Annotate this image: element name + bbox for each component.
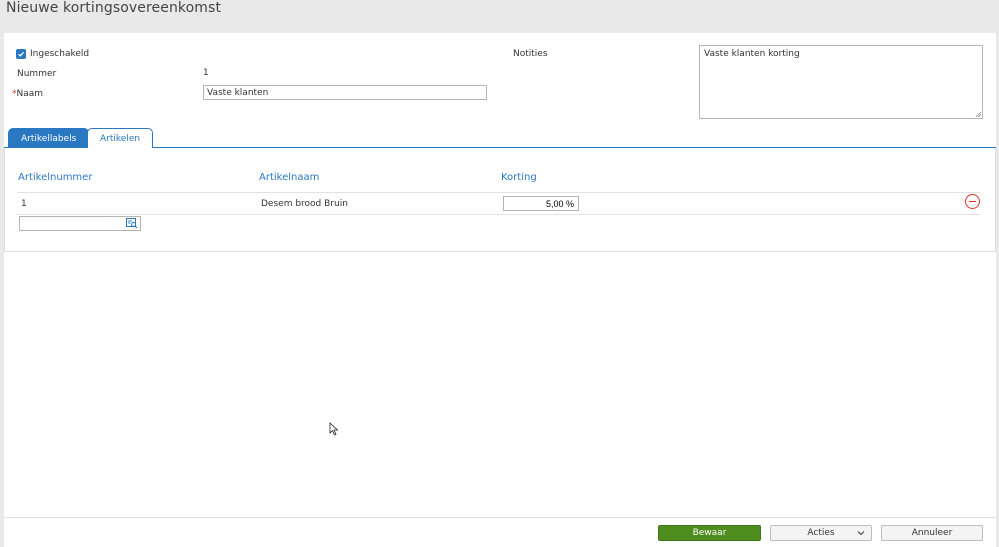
row-number: 1 <box>21 199 27 209</box>
enabled-checkbox-row[interactable]: Ingeschakeld <box>16 49 89 59</box>
notes-textarea[interactable]: Vaste klanten korting <box>699 45 983 119</box>
notes-text: Vaste klanten korting <box>704 49 800 59</box>
chevron-down-icon <box>857 531 865 536</box>
check-icon <box>18 51 25 57</box>
enabled-label: Ingeschakeld <box>30 49 90 59</box>
minus-icon <box>969 200 976 203</box>
name-input[interactable] <box>203 85 487 100</box>
tab-artikellabels[interactable]: Artikellabels <box>8 128 90 148</box>
col-header-number: Artikelnummer <box>18 172 93 183</box>
col-header-name: Artikelnaam <box>259 172 320 183</box>
discount-input[interactable] <box>503 196 579 211</box>
name-label-row: *Naam <box>12 89 43 99</box>
save-button[interactable]: Bewaar <box>658 525 761 541</box>
empty-area <box>4 252 996 517</box>
cancel-button[interactable]: Annuleer <box>881 525 983 541</box>
form-panel: Ingeschakeld Nummer 1 *Naam Notities Vas… <box>4 33 996 128</box>
row-divider-top <box>17 192 981 193</box>
tab-bar: Artikellabels Artikelen <box>4 128 996 148</box>
lookup-search-icon[interactable] <box>126 218 138 229</box>
number-value: 1 <box>203 68 209 78</box>
remove-row-button[interactable] <box>965 194 980 209</box>
enabled-checkbox[interactable] <box>16 49 26 59</box>
row-divider-bottom <box>17 214 981 215</box>
actions-label: Acties <box>807 528 835 538</box>
mouse-cursor-icon <box>329 422 339 436</box>
notes-label: Notities <box>513 49 548 59</box>
row-name: Desem brood Bruin <box>261 199 348 209</box>
tab-artikelen[interactable]: Artikelen <box>87 128 154 148</box>
page-title: Nieuwe kortingsovereenkomst <box>6 0 222 16</box>
col-header-discount: Korting <box>501 172 537 183</box>
items-panel: Artikelnummer Artikelnaam Korting 1 Dese… <box>4 148 996 252</box>
resize-grip-icon[interactable] <box>975 111 981 117</box>
footer-bar: Bewaar Acties Annuleer <box>4 517 996 547</box>
actions-button[interactable]: Acties <box>770 525 872 541</box>
name-label: Naam <box>16 89 44 99</box>
article-search-input[interactable] <box>19 216 141 231</box>
number-label: Nummer <box>17 69 57 79</box>
